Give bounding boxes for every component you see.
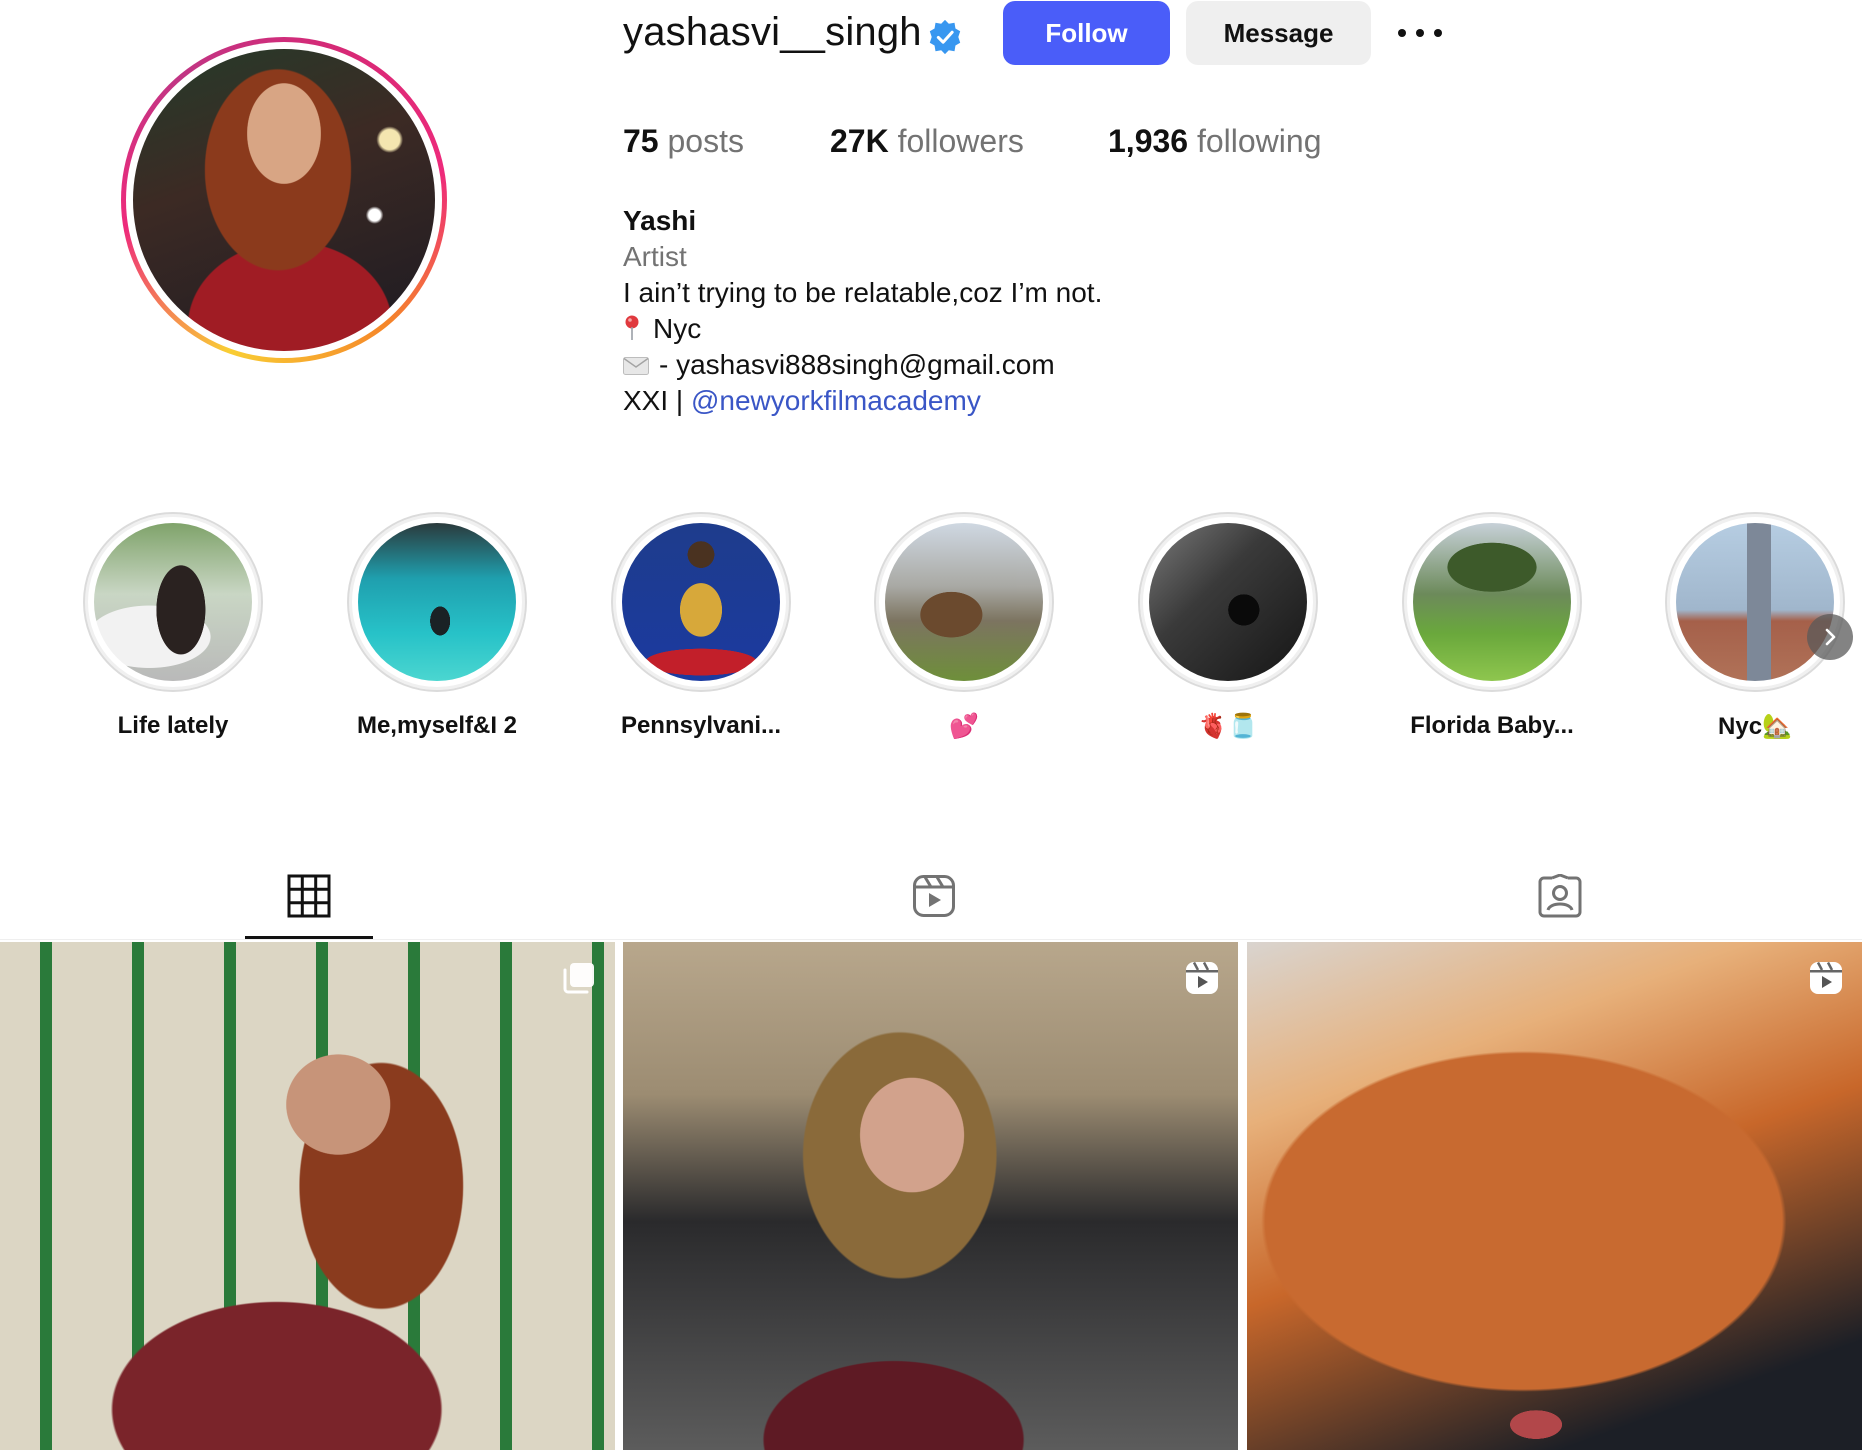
highlight-ring xyxy=(611,512,791,692)
bio-location-text: Nyc xyxy=(653,313,702,344)
highlight-ring xyxy=(347,512,527,692)
tagged-icon[interactable] xyxy=(1538,874,1582,918)
highlight-label: Life lately xyxy=(117,712,229,739)
reels-icon[interactable] xyxy=(912,874,956,918)
highlight-cover xyxy=(1149,523,1307,681)
bio-line: I ain’t trying to be relatable,coz I’m n… xyxy=(623,277,1103,308)
highlight-ring xyxy=(1138,512,1318,692)
following-number: 1,936 xyxy=(1108,123,1189,159)
active-tab-indicator xyxy=(245,936,373,939)
pin-icon xyxy=(625,315,639,340)
highlight-label: Pennsylvani... xyxy=(620,712,782,739)
bio-name: Yashi xyxy=(623,205,697,236)
grid-icon[interactable] xyxy=(287,874,331,918)
highlight-cover xyxy=(1413,523,1571,681)
more-dot xyxy=(1434,29,1442,37)
posts-label: posts xyxy=(667,123,744,159)
profile-username: yashasvi__singh xyxy=(623,10,922,54)
more-dot xyxy=(1416,29,1424,37)
followers-count[interactable]: 27K followers xyxy=(830,123,1024,160)
highlight-item[interactable]: Life lately xyxy=(78,512,268,740)
highlight-cover xyxy=(358,523,516,681)
bio-email-text: - yashasvi888singh@gmail.com xyxy=(659,349,1055,380)
more-options-icon[interactable] xyxy=(1394,18,1446,48)
bio-school: XXI | @newyorkfilmacademy xyxy=(623,383,1102,419)
post-thumbnail[interactable] xyxy=(1247,942,1862,1450)
highlight-label: 💕 xyxy=(949,713,979,740)
verified-badge-icon xyxy=(929,19,961,55)
highlight-label: Florida Baby... xyxy=(1410,712,1574,739)
highlight-ring xyxy=(1402,512,1582,692)
chevron-right-icon xyxy=(1825,628,1836,646)
highlight-item[interactable]: Pennsylvani... xyxy=(606,512,796,740)
posts-number: 75 xyxy=(623,123,659,159)
highlight-label: Me,myself&I 2 xyxy=(356,712,518,739)
highlight-cover xyxy=(1676,523,1834,681)
profile-bio: Yashi Artist I ain’t trying to be relata… xyxy=(623,203,1102,419)
bio-category: Artist xyxy=(623,241,687,272)
profile-page: yashasvi__singh Follow Message 75 posts … xyxy=(0,0,1862,1450)
envelope-icon xyxy=(623,357,649,375)
followers-label: followers xyxy=(897,123,1024,159)
highlight-ring xyxy=(874,512,1054,692)
highlight-label: Nyc🏡 xyxy=(1718,713,1792,740)
bio-mention-link[interactable]: @newyorkfilmacademy xyxy=(691,385,981,416)
follow-button[interactable]: Follow xyxy=(1003,1,1170,65)
post-thumbnail[interactable] xyxy=(623,942,1238,1450)
highlight-ring xyxy=(1665,512,1845,692)
following-label: following xyxy=(1196,123,1322,159)
highlight-cover xyxy=(94,523,252,681)
profile-avatar[interactable] xyxy=(121,37,447,363)
highlight-item[interactable]: 💕 xyxy=(869,512,1059,741)
post-thumbnail[interactable] xyxy=(0,942,615,1450)
bio-school-prefix: XXI | xyxy=(623,385,691,416)
more-dot xyxy=(1398,29,1406,37)
tabs-divider xyxy=(0,939,1862,940)
highlight-item[interactable]: Me,myself&I 2 xyxy=(342,512,532,740)
reel-icon xyxy=(1810,961,1842,994)
followers-number: 27K xyxy=(830,123,889,159)
bio-email: - yashasvi888singh@gmail.com xyxy=(623,347,1102,383)
avatar-photo xyxy=(133,49,435,351)
carousel-icon xyxy=(563,963,594,994)
highlight-cover xyxy=(622,523,780,681)
highlights-next-button[interactable] xyxy=(1807,614,1853,660)
highlight-item[interactable]: Florida Baby... xyxy=(1397,512,1587,740)
avatar-border xyxy=(126,42,442,358)
bio-location: Nyc xyxy=(623,311,1102,347)
reel-icon xyxy=(1186,961,1218,994)
following-count[interactable]: 1,936 following xyxy=(1108,123,1321,160)
highlight-ring xyxy=(83,512,263,692)
highlight-cover xyxy=(885,523,1043,681)
highlight-label: 🫀🫙 xyxy=(1198,713,1258,740)
message-button[interactable]: Message xyxy=(1186,1,1371,65)
posts-count: 75 posts xyxy=(623,123,744,160)
highlight-item[interactable]: 🫀🫙 xyxy=(1133,512,1323,741)
